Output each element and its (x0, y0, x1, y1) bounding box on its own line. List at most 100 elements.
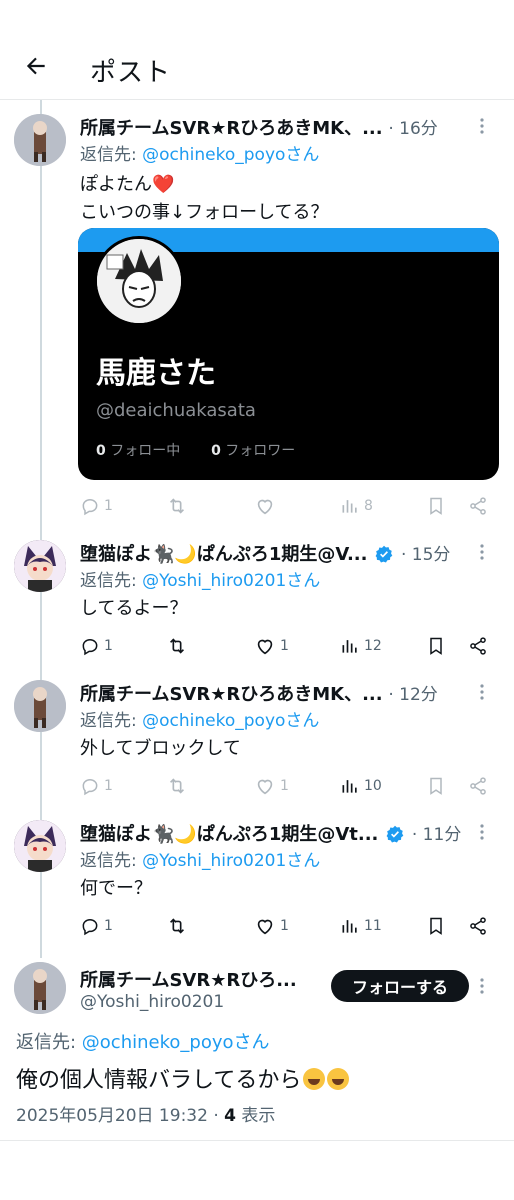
page-title: ポスト (90, 58, 172, 88)
like-button[interactable]: 1 (254, 774, 289, 798)
retweet-icon (169, 638, 185, 654)
bookmark-icon (430, 637, 442, 655)
like-icon (257, 499, 273, 515)
like-count: 1 (280, 918, 289, 934)
tweet-text-line-2: こいつの事↓フォローしてる？ (80, 202, 329, 223)
tweet-text: 外してブロックして (80, 738, 241, 759)
card-stats: 0 フォロー中 0 フォロワー (96, 440, 295, 460)
views-button[interactable]: 10 (340, 774, 382, 798)
views-button[interactable]: 8 (340, 494, 373, 518)
bookmark-button[interactable] (426, 494, 446, 518)
like-icon (257, 639, 273, 655)
timestamp[interactable]: · 12分 (388, 685, 437, 705)
bookmark-button[interactable] (426, 634, 446, 658)
verified-icon (386, 825, 404, 843)
display-name[interactable]: 所属チームSVR★RひろあきMK、... (80, 118, 383, 139)
like-icon (257, 919, 273, 935)
more-button[interactable] (472, 682, 492, 702)
like-count: 1 (280, 778, 289, 794)
reply-icon (82, 778, 98, 796)
avatar[interactable] (14, 680, 66, 732)
like-button[interactable]: 1 (254, 914, 289, 938)
tweet-4[interactable]: 堕猫ぽよ🐈‍⬛🌙ぱんぷろ1期生@Vt... · 11分 返信先: @Yoshi_… (0, 820, 514, 944)
more-button[interactable] (472, 976, 492, 996)
display-name[interactable]: 堕猫ぽよ🐈‍⬛🌙ぱんぷろ1期生@Vt... (80, 824, 378, 845)
display-name[interactable]: 所属チームSVR★RひろあきMK、... (80, 684, 383, 705)
main-author-handle[interactable]: @Yoshi_hiro0201 (80, 992, 224, 1012)
more-icon (480, 824, 484, 840)
action-bar: 1 1 10 (80, 774, 500, 798)
main-tweet-meta: 2025年05月20日 19:32 · 4 表示 (16, 1101, 275, 1126)
share-button[interactable] (468, 494, 488, 518)
more-icon (480, 978, 484, 994)
view-count: 12 (364, 638, 382, 654)
bookmark-icon (430, 777, 442, 795)
more-icon (480, 118, 484, 134)
more-button[interactable] (472, 822, 492, 842)
reply-icon (82, 498, 98, 516)
display-name[interactable]: 堕猫ぽよ🐈‍⬛🌙ぱんぷろ1期生@V... (80, 544, 367, 565)
reply-count: 1 (104, 498, 113, 514)
reply-button[interactable]: 1 (80, 494, 113, 518)
reply-to-handle[interactable]: @Yoshi_hiro0201さん (142, 571, 320, 591)
back-button[interactable] (20, 50, 52, 82)
avatar[interactable] (14, 114, 66, 166)
share-icon (470, 777, 486, 795)
reply-to-handle[interactable]: @ochineko_poyoさん (142, 711, 319, 731)
share-button[interactable] (468, 914, 488, 938)
like-button[interactable] (254, 494, 276, 518)
bookmark-button[interactable] (426, 774, 446, 798)
more-button[interactable] (472, 542, 492, 562)
reply-to-label: 返信先: (80, 711, 143, 731)
tweet-header: 堕猫ぽよ🐈‍⬛🌙ぱんぷろ1期生@V... · 15分 (80, 540, 480, 566)
following-label: フォロー中 (105, 443, 181, 459)
more-button[interactable] (472, 116, 492, 136)
timestamp[interactable]: · 15分 (401, 545, 450, 565)
reply-to: 返信先: @ochineko_poyoさん (80, 140, 319, 165)
tweet-3[interactable]: 所属チームSVR★RひろあきMK、... · 12分 返信先: @ochinek… (0, 680, 514, 804)
reply-to-handle[interactable]: @ochineko_poyoさん (82, 1032, 270, 1053)
main-view-label: 表示 (236, 1106, 276, 1126)
main-tweet-text-body: 俺の個人情報バラしてるから (16, 1068, 302, 1093)
avatar[interactable] (14, 962, 66, 1014)
retweet-button[interactable] (166, 774, 188, 798)
reply-count: 1 (104, 638, 113, 654)
retweet-button[interactable] (166, 914, 188, 938)
reply-to-handle[interactable]: @Yoshi_hiro0201さん (142, 851, 320, 871)
reply-to-handle[interactable]: @ochineko_poyoさん (142, 145, 319, 165)
views-button[interactable]: 12 (340, 634, 382, 658)
reply-count: 1 (104, 918, 113, 934)
views-button[interactable]: 11 (340, 914, 382, 938)
like-button[interactable]: 1 (254, 634, 289, 658)
card-display-name: 馬鹿さた (96, 356, 216, 391)
top-bar: ポスト (0, 0, 514, 100)
laughing-emoji-icon (327, 1068, 350, 1090)
retweet-button[interactable] (166, 634, 188, 658)
tweet-1[interactable]: 所属チームSVR★RひろあきMK、... · 16分 返信先: @ochinek… (0, 114, 514, 524)
card-handle: @deaichuakasata (96, 400, 256, 421)
action-bar: 1 1 12 (80, 634, 500, 658)
tweet-2[interactable]: 堕猫ぽよ🐈‍⬛🌙ぱんぷろ1期生@V... · 15分 返信先: @Yoshi_h… (0, 540, 514, 664)
share-icon (470, 637, 486, 655)
reply-button[interactable]: 1 (80, 914, 113, 938)
like-count: 1 (280, 638, 289, 654)
retweet-button[interactable] (166, 494, 188, 518)
main-reply-to: 返信先: @ochineko_poyoさん (16, 1028, 270, 1054)
main-view-count: 4 (224, 1106, 236, 1126)
reply-button[interactable]: 1 (80, 774, 113, 798)
views-icon (342, 920, 357, 933)
reply-button[interactable]: 1 (80, 634, 113, 658)
timestamp[interactable]: · 16分 (388, 119, 437, 139)
display-name[interactable]: 所属チームSVR★Rひろ... (80, 970, 297, 991)
bookmark-button[interactable] (426, 914, 446, 938)
avatar[interactable] (14, 540, 66, 592)
avatar[interactable] (14, 820, 66, 872)
timestamp[interactable]: · 11分 (412, 825, 461, 845)
share-button[interactable] (468, 634, 488, 658)
share-icon (470, 497, 486, 515)
share-button[interactable] (468, 774, 488, 798)
follow-button[interactable]: フォローする (331, 970, 469, 1002)
profile-card[interactable]: 馬鹿さた @deaichuakasata 0 フォロー中 0 フォロワー (78, 228, 499, 480)
main-timestamp[interactable]: 2025年05月20日 19:32 (16, 1106, 208, 1126)
verified-icon (375, 545, 393, 563)
